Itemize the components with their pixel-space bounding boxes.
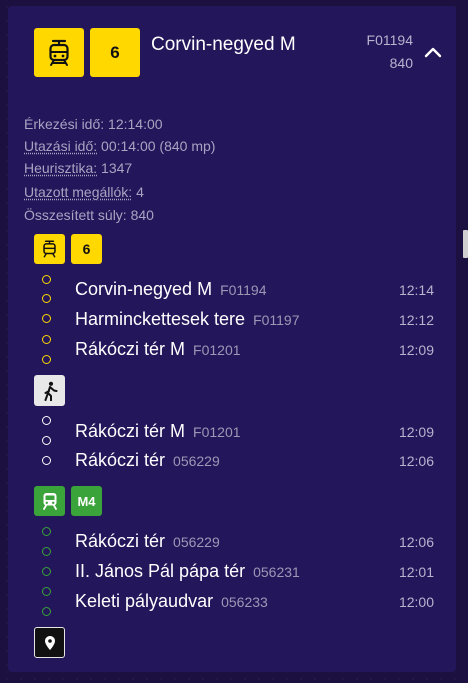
summary-travel-time: Utazási idő: 00:14:00 (840 mp) (24, 138, 215, 154)
stop-name: Rákóczi tér M (75, 421, 186, 441)
stop-time: 12:06 (398, 534, 434, 550)
stop-code: 056229 (173, 453, 220, 469)
stop-row: Harminckettesek tere F01197 (75, 309, 300, 330)
route-dot (42, 294, 51, 303)
summary-stops-travelled: Utazott megállók: 4 (24, 184, 144, 200)
stop-code: F01201 (193, 342, 241, 358)
route-dot (42, 567, 51, 576)
stop-time: 12:12 (398, 312, 434, 328)
stop-name: Corvin-negyed M (75, 279, 213, 299)
header-stop-code: F01194 (366, 32, 413, 48)
leg-route-badge: 6 (71, 234, 102, 264)
stop-time: 12:09 (398, 424, 434, 440)
summary-value: 4 (136, 184, 144, 200)
stop-name: Harminckettesek tere (75, 309, 246, 329)
stop-time: 12:14 (398, 282, 434, 298)
scrollbar-thumb[interactable] (463, 230, 468, 258)
summary-value: 840 (130, 207, 154, 223)
summary-value: 12:14:00 (108, 116, 163, 132)
route-dot (42, 607, 51, 616)
summary-total-weight: Összesített súly: 840 (24, 207, 154, 223)
stop-code: 056231 (253, 564, 300, 580)
stop-code: F01197 (253, 312, 300, 328)
route-dot (42, 275, 51, 284)
route-dot (42, 456, 51, 465)
leg-route-number: M4 (77, 493, 96, 509)
route-dot (42, 314, 51, 323)
stop-time: 12:09 (398, 342, 434, 358)
route-dot (42, 436, 51, 445)
route-number-badge: 6 (90, 28, 140, 77)
stop-name: II. János Pál pápa tér (75, 561, 246, 581)
summary-arrival: Érkezési idő: 12:14:00 (24, 116, 163, 132)
stop-row: Rákóczi tér 056229 (75, 531, 220, 552)
stop-name: Rákóczi tér (75, 531, 166, 551)
stop-row: Corvin-negyed M F01194 (75, 279, 267, 300)
collapse-button[interactable] (420, 40, 446, 64)
route-number: 6 (110, 42, 120, 62)
leg-tram-badge (34, 234, 65, 264)
background: 6 Corvin-negyed M F01194 840 Érkezési id… (0, 0, 468, 683)
route-dot (42, 547, 51, 556)
stop-row: II. János Pál pápa tér 056231 (75, 561, 300, 582)
route-dot (42, 335, 51, 344)
stop-name: Keleti pályaudvar (75, 591, 214, 611)
route-dot (42, 527, 51, 536)
summary-label: Érkezési idő: (24, 116, 105, 132)
stop-row: Rákóczi tér M F01201 (75, 421, 241, 442)
stop-row: Rákóczi tér 056229 (75, 450, 220, 471)
leg-metro-badge (34, 486, 65, 516)
summary-label: Utazási idő: (24, 138, 98, 154)
summary-label: Utazott megállók: (24, 184, 133, 200)
route-title: Corvin-negyed M (151, 34, 296, 55)
summary-value: 1347 (101, 160, 133, 176)
stop-time: 12:01 (398, 564, 434, 580)
tram-icon (43, 240, 56, 258)
header-weight: 840 (389, 55, 413, 71)
summary-label: Összesített súly: (24, 207, 127, 223)
stop-code: 056229 (173, 534, 220, 550)
tram-badge (34, 28, 84, 77)
stop-time: 12:00 (398, 594, 434, 610)
map-pin-icon (44, 635, 55, 650)
metro-icon (42, 493, 57, 510)
destination-badge (34, 627, 65, 658)
route-dot (42, 587, 51, 596)
stop-row: Rákóczi tér M F01201 (75, 339, 241, 360)
tram-icon (49, 39, 69, 66)
route-dot (42, 416, 51, 425)
stop-time: 12:06 (398, 453, 434, 469)
chevron-up-icon (424, 47, 442, 58)
stop-code: F01201 (193, 424, 241, 440)
leg-walk-badge (34, 375, 65, 406)
stop-code: 056233 (221, 594, 268, 610)
leg-route-number: 6 (82, 241, 91, 257)
stop-name: Rákóczi tér M (75, 339, 186, 359)
summary-heuristic: Heurisztika: 1347 (24, 160, 132, 176)
walking-icon (44, 381, 57, 401)
stop-code: F01194 (220, 282, 267, 298)
summary-label: Heurisztika: (24, 160, 98, 176)
summary-value: 00:14:00 (840 mp) (101, 138, 216, 154)
leg-route-badge: M4 (71, 486, 102, 516)
stop-name: Rákóczi tér (75, 450, 166, 470)
route-dot (42, 355, 51, 364)
stop-row: Keleti pályaudvar 056233 (75, 591, 268, 612)
